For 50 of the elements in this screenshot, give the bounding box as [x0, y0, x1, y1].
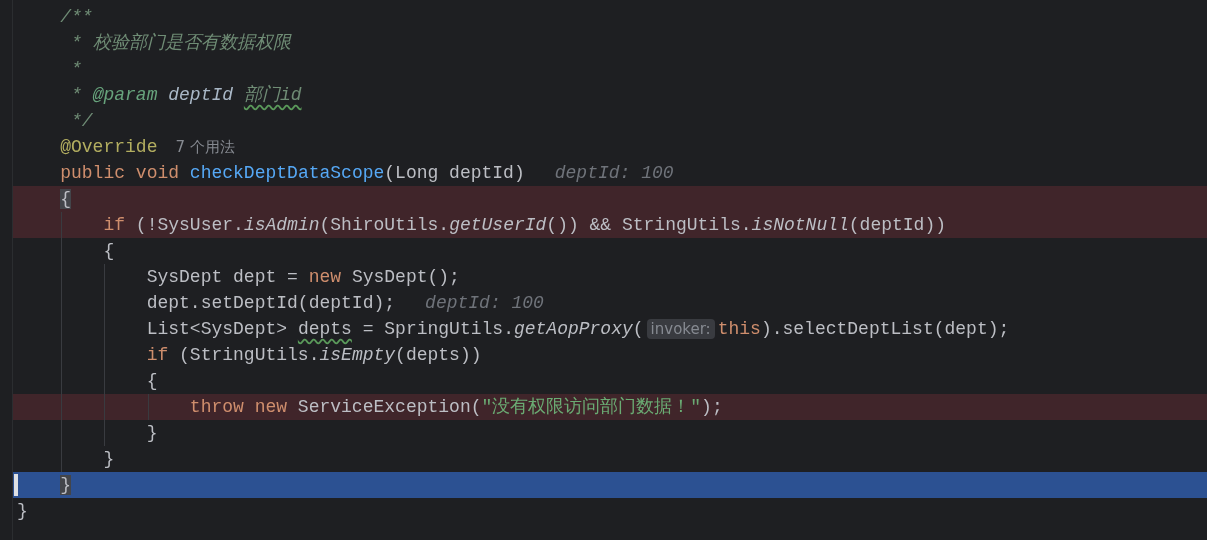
- code-text: (Long deptId): [384, 163, 525, 183]
- code-text: SysDept dept =: [146, 267, 298, 287]
- code-comment: * 校验部门是否有数据权限: [71, 33, 291, 53]
- code-keyword: this: [717, 319, 761, 339]
- code-text: (ShiroUtils.: [319, 215, 450, 235]
- method-call: getAopProxy: [513, 319, 633, 339]
- code-text: depts: [297, 319, 352, 339]
- method-call: getUserId: [449, 215, 547, 235]
- method-call: isNotNull: [751, 215, 849, 235]
- code-text: = SpringUtils.: [362, 319, 514, 339]
- code-text: (StringUtils.: [179, 345, 320, 365]
- method-name: checkDeptDataScope: [189, 163, 385, 183]
- code-text: }: [146, 423, 158, 443]
- code-text: (depts)): [395, 345, 482, 365]
- inline-value-hint: deptId: 100: [425, 293, 544, 313]
- code-text: dept.setDeptId(deptId);: [146, 293, 396, 313]
- code-text: ).selectDeptList(dept);: [760, 319, 1010, 339]
- method-call: isAdmin: [243, 215, 320, 235]
- code-text: }: [17, 501, 28, 521]
- parameter-name-hint: invoker:: [646, 319, 715, 339]
- code-text: ()) && StringUtils.: [546, 215, 752, 235]
- code-text: List<SysDept>: [146, 319, 288, 339]
- code-text: );: [701, 397, 723, 417]
- code-text: {: [103, 241, 115, 261]
- code-keyword: if: [103, 215, 126, 235]
- matched-brace: {: [60, 189, 72, 209]
- code-text: }: [103, 449, 115, 469]
- usages-hint[interactable]: 7 个用法: [175, 138, 235, 156]
- inline-value-hint: deptId: 100: [554, 163, 674, 183]
- code-text: {: [146, 371, 158, 391]
- code-comment: */: [71, 111, 93, 131]
- code-text: (deptId)): [848, 215, 946, 235]
- code-text: ServiceException(: [297, 397, 482, 417]
- code-text: (!SysUser.: [135, 215, 244, 235]
- code-comment: *: [71, 59, 82, 79]
- code-comment: 部门id: [243, 85, 302, 105]
- code-keyword: throw new: [189, 397, 288, 417]
- code-text: (: [632, 319, 644, 339]
- code-keyword: new: [308, 267, 342, 287]
- matched-brace: }: [60, 475, 72, 495]
- string-literal: "没有权限访问部门数据！": [481, 397, 702, 417]
- code-keyword: public void: [60, 163, 180, 183]
- code-keyword: if: [146, 345, 169, 365]
- code-text: SysDept();: [351, 267, 460, 287]
- doc-tag: @param: [92, 85, 158, 105]
- method-call: isEmpty: [319, 345, 396, 365]
- code-comment: *: [71, 85, 82, 105]
- code-comment: /**: [60, 7, 93, 27]
- annotation: @Override: [60, 137, 158, 157]
- doc-param-name: deptId: [168, 85, 234, 105]
